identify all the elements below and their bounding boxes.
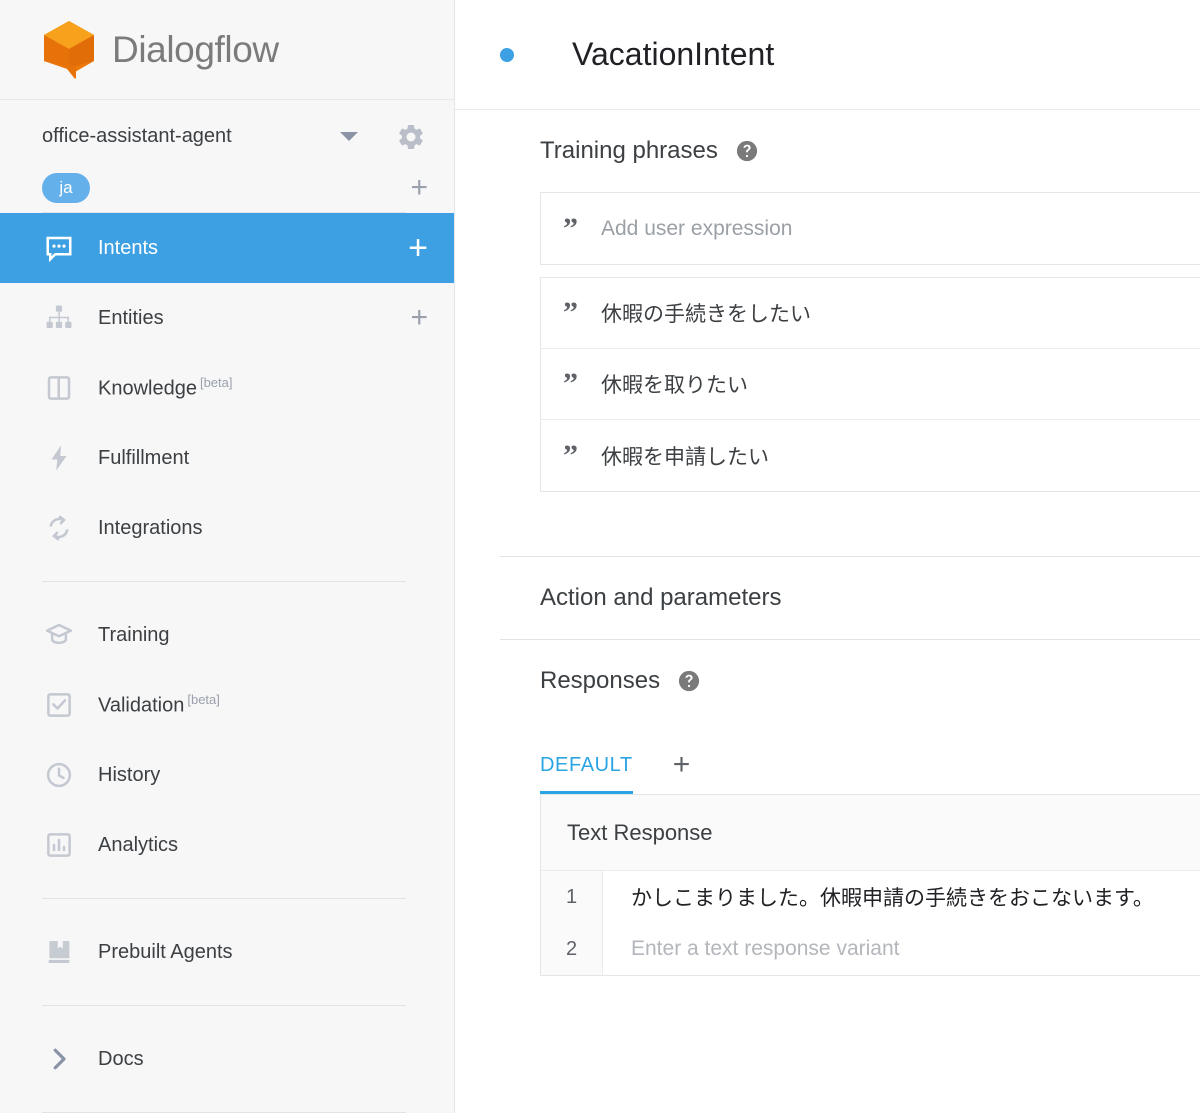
agent-name: office-assistant-agent [42, 125, 232, 147]
lightning-bolt-icon [42, 441, 76, 475]
sidebar-item-docs[interactable]: Docs [0, 1024, 454, 1094]
divider [42, 1005, 406, 1006]
graduation-cap-icon [42, 618, 76, 652]
sidebar-item-analytics[interactable]: Analytics [0, 810, 454, 880]
sidebar-item-integrations[interactable]: Integrations [0, 493, 454, 563]
response-line[interactable]: 2 Enter a text response variant [541, 923, 1200, 975]
training-phrase-row[interactable]: ” 休暇の手続きをしたい [541, 278, 1200, 349]
add-entity-plus-icon[interactable]: + [410, 303, 428, 333]
sidebar-item-history[interactable]: History [0, 740, 454, 810]
sidebar-item-fulfillment[interactable]: Fulfillment [0, 423, 454, 493]
status-dot-icon [500, 47, 514, 62]
training-phrase-text: 休暇を取りたい [601, 374, 748, 397]
response-text: かしこまりました。休暇申請の手続きをおこないます。 [631, 887, 1154, 910]
text-response-title: Text Response [541, 795, 1200, 871]
dialogflow-console: Dialogflow office-assistant-agent ja + I… [0, 0, 1200, 1113]
line-number: 2 [541, 923, 603, 975]
sidebar-item-label: Prebuilt Agents [98, 940, 233, 963]
bookmark-book-icon [42, 935, 76, 969]
add-response-tab-button[interactable]: + [673, 750, 691, 794]
main-content: VacationIntent Training phrases ” Add us… [455, 0, 1200, 1113]
sidebar-item-label: Integrations [98, 516, 203, 539]
training-phrases-header: Training phrases [455, 110, 1200, 192]
section-title: Responses [540, 667, 661, 694]
hierarchy-icon [42, 301, 76, 335]
sidebar-item-label: Intents [98, 236, 159, 259]
sidebar-item-prebuilt-agents[interactable]: Prebuilt Agents [0, 917, 454, 987]
quote-mark-icon: ” [563, 211, 578, 245]
add-phrase-placeholder: Add user expression [601, 216, 793, 240]
chat-bubble-icon [42, 231, 76, 265]
clock-icon [42, 758, 76, 792]
brand-header[interactable]: Dialogflow [0, 0, 454, 101]
sidebar-item-label: Analytics [98, 833, 179, 856]
sidebar-item-entities[interactable]: Entities + [0, 283, 454, 353]
sidebar-item-label: History [98, 763, 161, 786]
training-phrases-list: ” 休暇の手続きをしたい ” 休暇を取りたい ” 休暇を申請したい [540, 277, 1200, 492]
agent-selector[interactable]: office-assistant-agent [0, 108, 454, 164]
training-phrase-row[interactable]: ” 休暇を申請したい [541, 420, 1200, 491]
quote-mark-icon: ” [563, 296, 578, 329]
sidebar-item-label: Docs [98, 1047, 144, 1070]
book-open-icon [42, 371, 76, 405]
plus-icon: + [672, 748, 691, 781]
response-tabs: DEFAULT + [455, 722, 1200, 794]
training-phrase-row[interactable]: ” 休暇を取りたい [541, 349, 1200, 420]
action-and-parameters-header[interactable]: Action and parameters [455, 557, 1200, 639]
sidebar-item-knowledge[interactable]: Knowledge [beta] [0, 353, 454, 423]
training-phrase-text: 休暇の手続きをしたい [601, 303, 811, 326]
sidebar-item-training[interactable]: Training [0, 600, 454, 670]
help-circle-icon[interactable] [678, 670, 700, 692]
plus-icon[interactable]: + [410, 173, 428, 203]
quote-mark-icon: ” [563, 438, 578, 472]
page-title: VacationIntent [572, 36, 775, 72]
quote-mark-icon: ” [563, 367, 578, 400]
sidebar-item-label: Fulfillment [98, 446, 190, 469]
add-phrase-row[interactable]: ” Add user expression [541, 193, 1200, 264]
text-response-card: Text Response 1 かしこまりました。休暇申請の手続きをおこないます… [540, 794, 1200, 976]
help-circle-icon[interactable] [736, 140, 758, 162]
beta-badge: [beta] [199, 375, 233, 391]
sidebar: Dialogflow office-assistant-agent ja + I… [0, 0, 455, 1113]
responses-header: Responses [455, 640, 1200, 722]
tab-default[interactable]: DEFAULT [540, 754, 633, 794]
sidebar-item-intents[interactable]: Intents + [0, 213, 454, 283]
sidebar-item-label: Training [98, 623, 170, 646]
add-phrase-box[interactable]: ” Add user expression [540, 192, 1200, 265]
sidebar-nav: Intents + Entities + Knowledge [beta] Fu… [0, 213, 454, 1113]
section-title: Training phrases [540, 137, 718, 164]
sidebar-item-validation[interactable]: Validation [beta] [0, 670, 454, 740]
beta-badge: [beta] [187, 692, 220, 708]
training-phrase-text: 休暇を申請したい [601, 445, 769, 469]
section-title: Action and parameters [540, 584, 782, 611]
gear-icon[interactable] [394, 120, 428, 154]
response-line[interactable]: 1 かしこまりました。休暇申請の手続きをおこないます。 [541, 871, 1200, 923]
brand-name: Dialogflow [112, 28, 279, 70]
response-text-placeholder: Enter a text response variant [631, 937, 900, 960]
bar-chart-icon [42, 828, 76, 862]
chevron-down-icon[interactable] [340, 132, 358, 141]
sidebar-item-label: Knowledge [beta] [98, 375, 233, 400]
intent-header: VacationIntent [455, 0, 1200, 110]
checkbox-icon [42, 688, 76, 722]
language-row: ja + [0, 165, 454, 212]
add-intent-plus-icon[interactable]: + [408, 231, 428, 265]
sync-arrows-icon [42, 511, 76, 545]
divider [42, 581, 406, 582]
sidebar-item-label: Entities [98, 306, 164, 329]
line-number: 1 [541, 871, 603, 923]
language-chip-ja[interactable]: ja [42, 173, 90, 204]
divider [42, 898, 406, 899]
chevron-right-icon [42, 1042, 76, 1076]
sidebar-item-label: Validation [beta] [98, 692, 220, 717]
dialogflow-cube-icon [40, 19, 98, 81]
